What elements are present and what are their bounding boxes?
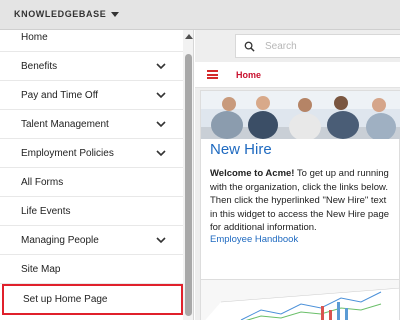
employee-handbook-link[interactable]: Employee Handbook bbox=[210, 234, 298, 245]
sidebar-item-life-events[interactable]: Life Events bbox=[0, 197, 183, 226]
sidebar-item-pay-time-off[interactable]: Pay and Time Off bbox=[0, 81, 183, 110]
sidebar-item-label: Benefits bbox=[21, 60, 58, 72]
scrollbar-thumb[interactable] bbox=[185, 54, 192, 316]
sidebar-item-home[interactable]: Home bbox=[0, 30, 183, 52]
search-input[interactable]: Search bbox=[235, 34, 400, 58]
search-icon bbox=[244, 41, 255, 52]
sidebar-item-label: Pay and Time Off bbox=[21, 89, 99, 101]
chevron-down-icon[interactable] bbox=[155, 118, 167, 130]
home-nav-link[interactable]: Home bbox=[236, 70, 261, 80]
sidebar-item-label: Life Events bbox=[21, 205, 71, 217]
sidebar-item-label: Site Map bbox=[21, 263, 61, 275]
new-hire-widget: New Hire Welcome to Acme! To get up and … bbox=[200, 90, 400, 295]
content-navbar: Home bbox=[195, 62, 400, 88]
knowledgebase-label: KNOWLEDGEBASE bbox=[14, 9, 107, 19]
scroll-up-arrow-icon[interactable] bbox=[185, 34, 193, 39]
sidebar-item-label: Talent Management bbox=[21, 118, 109, 130]
sidebar-item-talent-management[interactable]: Talent Management bbox=[0, 110, 183, 139]
sidebar-item-employment-policies[interactable]: Employment Policies bbox=[0, 139, 183, 168]
top-bar: KNOWLEDGEBASE bbox=[0, 0, 400, 30]
new-hire-title-link[interactable]: New Hire bbox=[210, 141, 272, 158]
chevron-down-icon[interactable] bbox=[155, 60, 167, 72]
sidebar-item-label: Set up Home Page bbox=[23, 294, 108, 305]
sidebar-item-managing-people[interactable]: Managing People bbox=[0, 226, 183, 255]
chart-widget-image bbox=[200, 279, 400, 320]
chevron-down-icon[interactable] bbox=[155, 147, 167, 159]
sidebar-item-label: Home bbox=[21, 31, 48, 43]
knowledgebase-menu-button[interactable]: KNOWLEDGEBASE bbox=[14, 9, 120, 19]
sidebar-item-set-up-home-page[interactable]: Set up Home Page bbox=[2, 284, 183, 315]
sidebar-item-site-map[interactable]: Site Map bbox=[0, 255, 183, 284]
hamburger-menu-icon[interactable] bbox=[207, 70, 218, 79]
sidebar-item-label: Managing People bbox=[21, 234, 99, 246]
sidebar-scrollbar[interactable] bbox=[183, 30, 193, 320]
search-placeholder: Search bbox=[265, 40, 297, 52]
chevron-down-icon[interactable] bbox=[155, 234, 167, 246]
sidebar-item-all-forms[interactable]: All Forms bbox=[0, 168, 183, 197]
welcome-bold-text: Welcome to Acme! bbox=[210, 168, 295, 179]
new-hire-banner-image bbox=[201, 91, 400, 139]
sidebar-item-label: Employment Policies bbox=[21, 147, 114, 159]
sidebar-item-benefits[interactable]: Benefits bbox=[0, 52, 183, 81]
caret-down-icon bbox=[111, 11, 120, 17]
main-content: Search Home New Hire Welcome to Acme! To… bbox=[195, 30, 400, 320]
sidebar-item-label: All Forms bbox=[21, 176, 64, 188]
sidebar-nav: Home Benefits Pay and Time Off Talent Ma… bbox=[0, 30, 194, 320]
new-hire-description: Welcome to Acme! To get up and running w… bbox=[210, 167, 396, 235]
chevron-down-icon[interactable] bbox=[155, 89, 167, 101]
